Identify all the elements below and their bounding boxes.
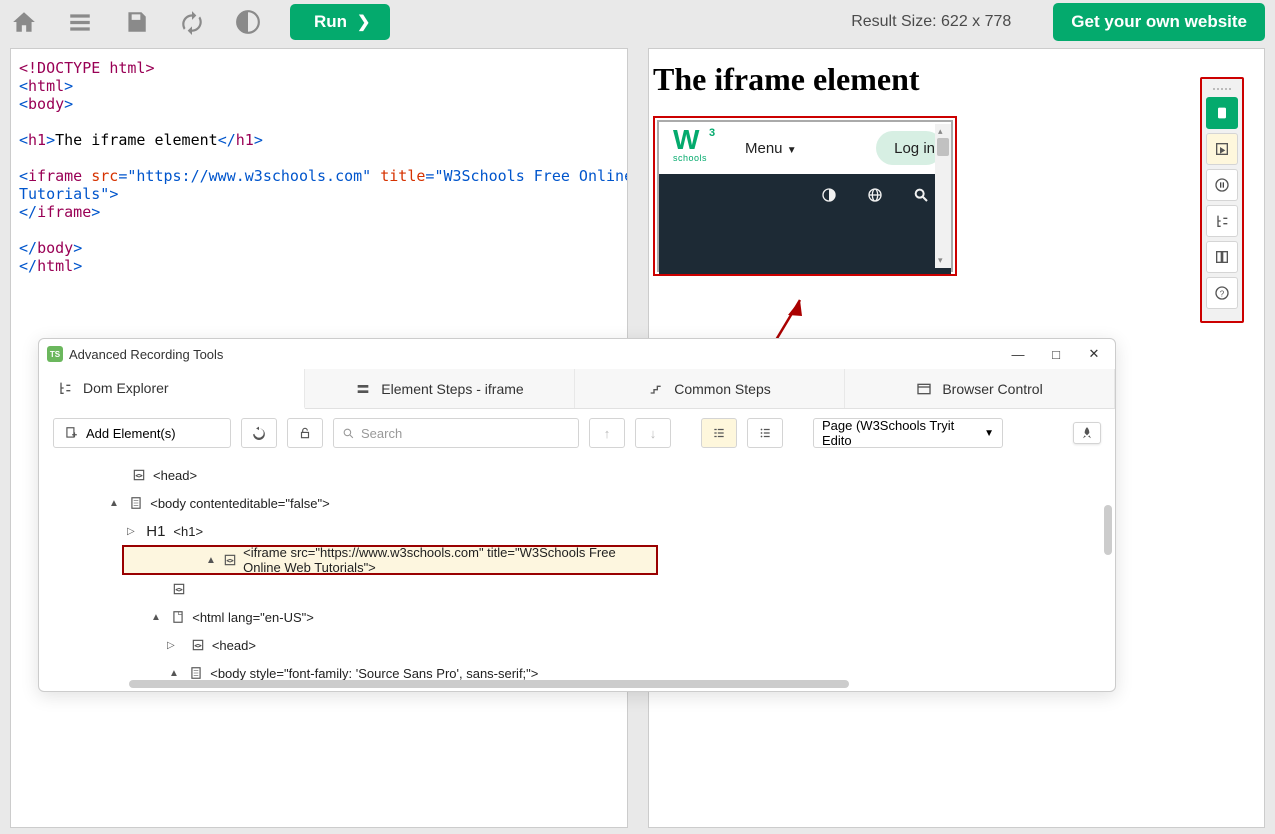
tree-node-body[interactable]: ▲ <body contenteditable="false"> <box>39 489 1115 517</box>
tree-node-h1[interactable]: ▷ H1<h1> <box>39 517 1115 545</box>
tree-node-head[interactable]: <><head> <box>39 461 1115 489</box>
iframe-dark-bar <box>659 174 951 216</box>
result-size-label: Result Size: 622 x 778 <box>851 13 1011 31</box>
editor-topbar: Run ❯ Result Size: 622 x 778 Get your own… <box>0 0 1275 44</box>
run-label: Run <box>314 12 347 32</box>
tab-dom-explorer[interactable]: Dom Explorer <box>39 369 305 409</box>
quick-action-button[interactable] <box>1073 422 1101 444</box>
close-button[interactable]: ✕ <box>1087 347 1101 361</box>
add-element-button[interactable]: Add Element(s) <box>53 418 231 448</box>
iframe-preview: W3 schools Menu ▼ Log in ▴ ▾ <box>653 116 957 276</box>
tree-vscroll[interactable] <box>1101 457 1115 677</box>
chevron-right-icon: ❯ <box>357 12 370 32</box>
svg-text:<>: <> <box>194 643 201 649</box>
theme-icon[interactable] <box>234 8 262 36</box>
tab-common-steps[interactable]: Common Steps <box>575 369 845 408</box>
window-title: Advanced Recording Tools <box>69 347 223 362</box>
lock-button[interactable] <box>287 418 323 448</box>
contrast-icon[interactable] <box>821 187 837 203</box>
layout-button[interactable] <box>1206 241 1238 273</box>
rotate-icon[interactable] <box>178 8 206 36</box>
art-tabs: Dom Explorer Element Steps - iframe Comm… <box>39 369 1115 409</box>
get-website-button[interactable]: Get your own website <box>1053 3 1265 41</box>
art-toolbar: Add Element(s) Search ↑ ↓ Page (W3School… <box>39 409 1115 457</box>
svg-text:<>: <> <box>227 558 234 564</box>
app-badge-icon: TS <box>47 346 63 362</box>
login-button[interactable]: Log in <box>876 131 943 165</box>
window-titlebar[interactable]: TS Advanced Recording Tools — □ ✕ <box>39 339 1115 369</box>
dom-tree-button[interactable] <box>1206 205 1238 237</box>
save-icon[interactable] <box>122 8 150 36</box>
refresh-button[interactable] <box>241 418 277 448</box>
menu-link[interactable]: Menu ▼ <box>745 140 797 157</box>
iframe-scrollbar[interactable]: ▴ ▾ <box>935 124 951 268</box>
dropdown-icon: ▼ <box>984 428 994 439</box>
page-selector[interactable]: Page (W3Schools Tryit Edito▼ <box>813 418 1003 448</box>
run-button[interactable]: Run ❯ <box>290 4 390 40</box>
svg-text:?: ? <box>1220 289 1225 298</box>
scroll-down-icon[interactable]: ▾ <box>938 255 943 266</box>
svg-text:<>: <> <box>136 473 143 479</box>
globe-icon[interactable] <box>867 187 883 203</box>
tree-node-head-2[interactable]: ▷ <><head> <box>39 631 1115 659</box>
pause-button[interactable] <box>1206 169 1238 201</box>
tab-browser-control[interactable]: Browser Control <box>845 369 1115 408</box>
tree-node-html[interactable]: ▲ <html lang="en-US"> <box>39 603 1115 631</box>
move-up-button[interactable]: ↑ <box>589 418 625 448</box>
record-button[interactable] <box>1206 97 1238 129</box>
w3schools-logo: W3 schools <box>673 129 719 167</box>
minimize-button[interactable]: — <box>1011 347 1025 361</box>
advanced-recording-tools-window: TS Advanced Recording Tools — □ ✕ Dom Ex… <box>38 338 1116 692</box>
scroll-up-icon[interactable]: ▴ <box>938 126 943 137</box>
view-list-button[interactable] <box>747 418 783 448</box>
highlight-button[interactable] <box>1206 133 1238 165</box>
menu-icon[interactable] <box>66 8 94 36</box>
maximize-button[interactable]: □ <box>1049 347 1063 361</box>
tab-element-steps[interactable]: Element Steps - iframe <box>305 369 575 408</box>
tree-node-iframe[interactable]: ▲ <><iframe src="https://www.w3schools.c… <box>122 545 658 575</box>
search-icon[interactable] <box>913 187 929 203</box>
dom-tree[interactable]: <><head> ▲ <body contenteditable="false"… <box>39 457 1115 691</box>
search-input[interactable]: Search <box>333 418 579 448</box>
svg-text:<>: <> <box>176 587 183 593</box>
caret-down-icon: ▼ <box>787 145 797 156</box>
home-icon[interactable] <box>10 8 38 36</box>
move-down-button[interactable]: ↓ <box>635 418 671 448</box>
view-tree-button[interactable] <box>701 418 737 448</box>
tools-rail: ? <box>1200 77 1244 323</box>
help-button[interactable]: ? <box>1206 277 1238 309</box>
tree-hscroll[interactable] <box>99 679 1095 689</box>
result-heading: The iframe element <box>653 61 1264 98</box>
tree-node-anon[interactable]: <> <box>39 575 1115 603</box>
